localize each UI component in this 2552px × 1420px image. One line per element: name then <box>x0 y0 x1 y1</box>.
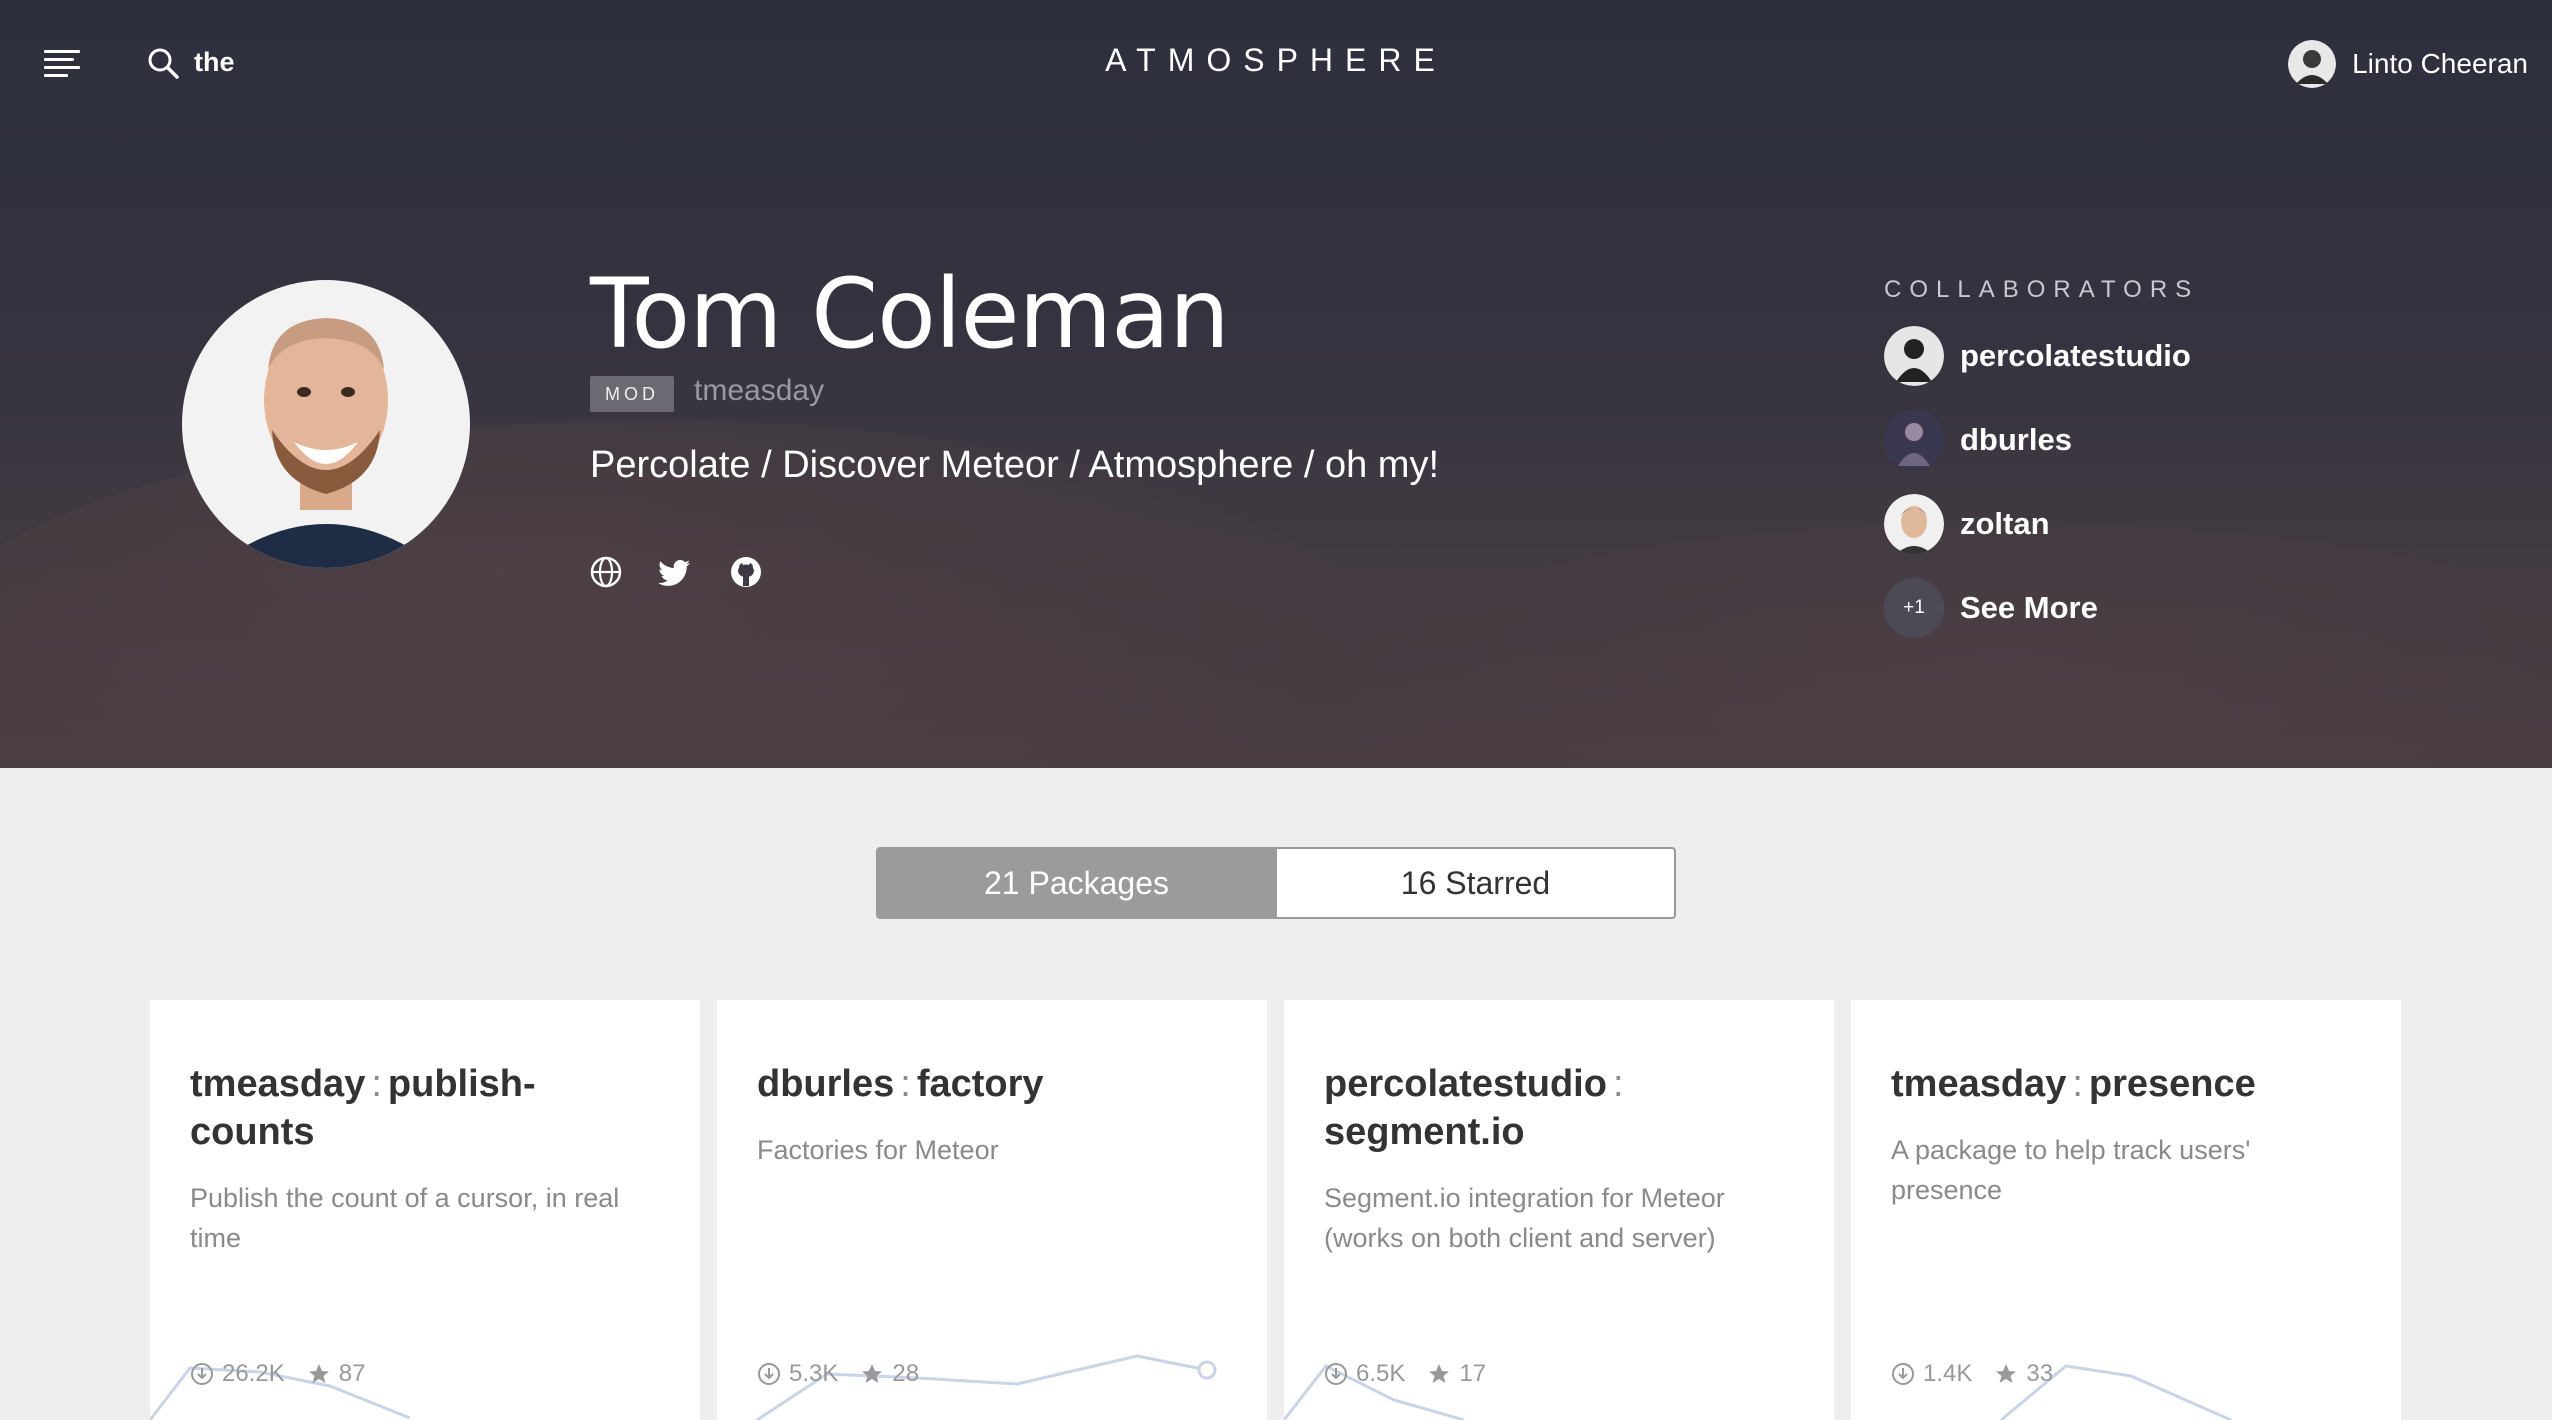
hero-background-mountain-right <box>1300 520 2552 768</box>
profile-avatar <box>182 280 470 568</box>
download-icon <box>191 1363 213 1385</box>
brand-logo[interactable]: ATMOSPHERE <box>1076 42 1476 79</box>
package-title: percolatestudio: segment.io <box>1324 1063 1624 1153</box>
package-card[interactable]: tmeasday: presence A package to help trac… <box>1851 1000 2401 1420</box>
star-icon <box>1996 1364 2017 1383</box>
package-card[interactable]: dburles: factory Factories for Meteor 5.3… <box>717 1000 1267 1420</box>
download-count: 1.4K <box>1923 1360 1973 1387</box>
collaborator-name: zoltan <box>1960 506 2050 541</box>
search-input[interactable] <box>194 42 594 82</box>
download-count: 6.5K <box>1356 1360 1406 1387</box>
see-more-label: See More <box>1960 590 2098 625</box>
collaborator-avatar <box>1884 326 1944 386</box>
profile-bio: Percolate / Discover Meteor / Atmosphere… <box>590 444 1440 486</box>
package-description: A package to help track users' presence <box>1891 1135 2251 1205</box>
more-count-badge: +1 <box>1884 578 1944 638</box>
package-description: Segment.io integration for Meteor (works… <box>1324 1183 1725 1253</box>
top-bar: ATMOSPHERE Linto Cheeran <box>0 0 2552 128</box>
package-card[interactable]: percolatestudio: segment.io Segment.io in… <box>1284 1000 1834 1420</box>
package-tabs: 21 Packages 16 Starred <box>876 847 1676 919</box>
star-count: 28 <box>892 1360 920 1387</box>
user-avatar <box>2288 40 2337 88</box>
see-more-collaborators[interactable]: +1 See More <box>1884 578 2098 638</box>
collaborator-zoltan[interactable]: zoltan <box>1884 494 2050 554</box>
collaborators-title: COLLABORATORS <box>1884 276 2200 303</box>
search-icon[interactable] <box>146 46 180 80</box>
download-count: 26.2K <box>222 1360 285 1387</box>
star-count: 17 <box>1459 1360 1487 1387</box>
package-title: tmeasday: presence <box>1891 1063 2256 1105</box>
collaborator-avatar <box>1884 410 1944 470</box>
download-icon <box>1892 1363 1914 1385</box>
menu-icon[interactable] <box>44 50 80 80</box>
star-count: 33 <box>2026 1360 2054 1387</box>
github-icon[interactable] <box>728 554 764 590</box>
collaborator-avatar <box>1884 494 1944 554</box>
star-count: 87 <box>338 1360 366 1387</box>
collaborator-percolatestudio[interactable]: percolatestudio <box>1884 326 2191 386</box>
download-count: 5.3K <box>789 1360 839 1387</box>
star-icon <box>1429 1364 1450 1383</box>
user-name: Linto Cheeran <box>2352 48 2528 79</box>
tab-starred[interactable]: 16 Starred <box>1277 847 1676 919</box>
package-title: tmeasday: publish-counts <box>190 1063 536 1153</box>
package-title: dburles: factory <box>757 1063 1044 1105</box>
package-stats: 6.5K 17 <box>1324 1360 1508 1388</box>
profile-hero: ATMOSPHERE Linto Cheeran Tom Coleman MOD… <box>0 0 2552 768</box>
collaborator-name: dburles <box>1960 422 2072 457</box>
download-icon <box>1325 1363 1347 1385</box>
package-card[interactable]: tmeasday: publish-counts Publish the coun… <box>150 1000 700 1420</box>
star-icon <box>862 1364 883 1383</box>
package-stats: 1.4K 33 <box>1891 1360 2075 1388</box>
package-description: Publish the count of a cursor, in real t… <box>190 1183 620 1253</box>
download-icon <box>758 1363 780 1385</box>
profile-username: tmeasday <box>694 374 825 407</box>
star-icon <box>308 1364 329 1383</box>
profile-name: Tom Coleman <box>590 258 1230 370</box>
collaborator-dburles[interactable]: dburles <box>1884 410 2072 470</box>
package-stats: 5.3K 28 <box>757 1360 941 1388</box>
tab-packages[interactable]: 21 Packages <box>876 847 1277 919</box>
user-menu[interactable]: Linto Cheeran <box>2288 36 2528 92</box>
mod-badge: MOD <box>590 376 674 412</box>
twitter-icon[interactable] <box>658 554 694 590</box>
package-stats: 26.2K 87 <box>190 1360 387 1388</box>
globe-icon[interactable] <box>588 554 624 590</box>
collaborator-name: percolatestudio <box>1960 338 2191 373</box>
package-description: Factories for Meteor <box>757 1135 999 1165</box>
